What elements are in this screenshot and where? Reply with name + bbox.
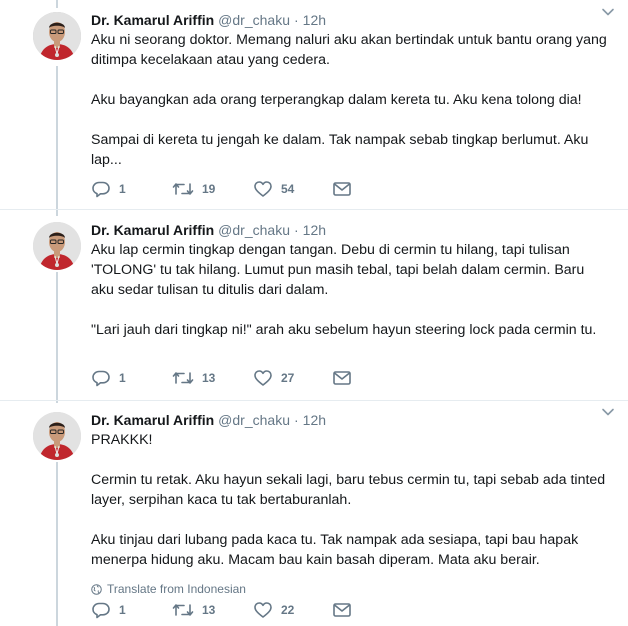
tweet-text: PRAKKK! Cermin tu retak. Aku hayun sekal…	[91, 430, 608, 570]
tweet[interactable]: Dr. Kamarul Ariffin @dr_chaku · 12h Aku …	[0, 210, 628, 404]
tweet-actions: 1 13 27	[91, 368, 391, 388]
reply-count: 1	[119, 371, 126, 385]
retweet-button[interactable]: 13	[172, 600, 215, 620]
translate-link[interactable]: Translate from Indonesian	[91, 581, 608, 597]
heart-icon	[254, 370, 272, 386]
globe-icon	[91, 583, 102, 595]
tweet-header: Dr. Kamarul Ariffin @dr_chaku · 12h	[91, 410, 608, 430]
separator-dot: ·	[293, 12, 299, 28]
reply-button[interactable]: 1	[91, 368, 126, 388]
reply-count: 1	[119, 603, 126, 617]
envelope-icon	[333, 603, 351, 617]
message-button[interactable]	[333, 179, 351, 199]
tweet-paragraph: Sampai di kereta tu jengah ke dalam. Tak…	[91, 132, 589, 168]
retweet-count: 13	[202, 603, 216, 617]
author-name[interactable]: Dr. Kamarul Ariffin	[91, 12, 214, 28]
like-count: 54	[281, 182, 295, 196]
tweet-paragraph: PRAKKK!	[91, 432, 153, 448]
author-handle[interactable]: @dr_chaku	[218, 412, 290, 428]
chevron-down-icon[interactable]	[600, 404, 616, 420]
tweet-paragraph: "Lari jauh dari tingkap ni!" arah aku se…	[91, 322, 597, 338]
reply-button[interactable]: 1	[91, 179, 126, 199]
tweet-paragraph: Aku bayangkan ada orang terperangkap dal…	[91, 92, 582, 108]
envelope-icon	[333, 371, 351, 385]
retweet-icon	[172, 372, 194, 384]
like-count: 22	[281, 603, 295, 617]
author-name[interactable]: Dr. Kamarul Ariffin	[91, 412, 214, 428]
like-button[interactable]: 27	[253, 368, 294, 388]
translate-label: Translate from Indonesian	[107, 582, 246, 596]
tweet-header: Dr. Kamarul Ariffin @dr_chaku · 12h	[91, 10, 608, 30]
tweet[interactable]: Dr. Kamarul Ariffin @dr_chaku · 12h PRAK…	[0, 400, 628, 626]
separator-dot: ·	[293, 412, 299, 428]
timestamp[interactable]: 12h	[303, 12, 326, 28]
reply-count: 1	[119, 182, 126, 196]
avatar[interactable]	[33, 12, 81, 60]
retweet-icon	[172, 183, 194, 195]
envelope-icon	[333, 182, 351, 196]
like-button[interactable]: 54	[253, 179, 294, 199]
reply-icon	[92, 370, 110, 387]
timestamp[interactable]: 12h	[303, 222, 326, 238]
message-button[interactable]	[333, 368, 351, 388]
author-handle[interactable]: @dr_chaku	[218, 222, 290, 238]
reply-icon	[92, 181, 110, 198]
tweet-header: Dr. Kamarul Ariffin @dr_chaku · 12h	[91, 220, 608, 240]
retweet-icon	[172, 604, 194, 616]
author-name[interactable]: Dr. Kamarul Ariffin	[91, 222, 214, 238]
tweet-paragraph: Aku ni seorang doktor. Memang naluri aku…	[91, 32, 607, 68]
tweet-text: Aku lap cermin tingkap dengan tangan. De…	[91, 240, 608, 340]
message-button[interactable]	[333, 600, 351, 620]
heart-icon	[254, 602, 272, 618]
tweet-text: Aku ni seorang doktor. Memang naluri aku…	[91, 30, 608, 170]
tweet-paragraph: Aku lap cermin tingkap dengan tangan. De…	[91, 242, 585, 298]
tweet-actions: 1 19 54	[91, 179, 391, 199]
tweet-actions: 1 13 22	[91, 600, 391, 620]
avatar[interactable]	[33, 412, 81, 460]
reply-button[interactable]: 1	[91, 600, 126, 620]
retweet-button[interactable]: 13	[172, 368, 215, 388]
author-handle[interactable]: @dr_chaku	[218, 12, 290, 28]
tweet-paragraph: Aku tinjau dari lubang pada kaca tu. Tak…	[91, 532, 579, 568]
timestamp[interactable]: 12h	[303, 412, 326, 428]
tweet[interactable]: Dr. Kamarul Ariffin @dr_chaku · 12h Aku …	[0, 0, 628, 209]
reply-icon	[92, 602, 110, 619]
like-count: 27	[281, 371, 295, 385]
heart-icon	[254, 181, 272, 197]
separator-dot: ·	[293, 222, 299, 238]
like-button[interactable]: 22	[253, 600, 294, 620]
tweet-paragraph: Cermin tu retak. Aku hayun sekali lagi, …	[91, 472, 606, 508]
retweet-button[interactable]: 19	[172, 179, 215, 199]
chevron-down-icon[interactable]	[600, 4, 616, 20]
avatar[interactable]	[33, 222, 81, 270]
retweet-count: 13	[202, 371, 216, 385]
retweet-count: 19	[202, 182, 216, 196]
